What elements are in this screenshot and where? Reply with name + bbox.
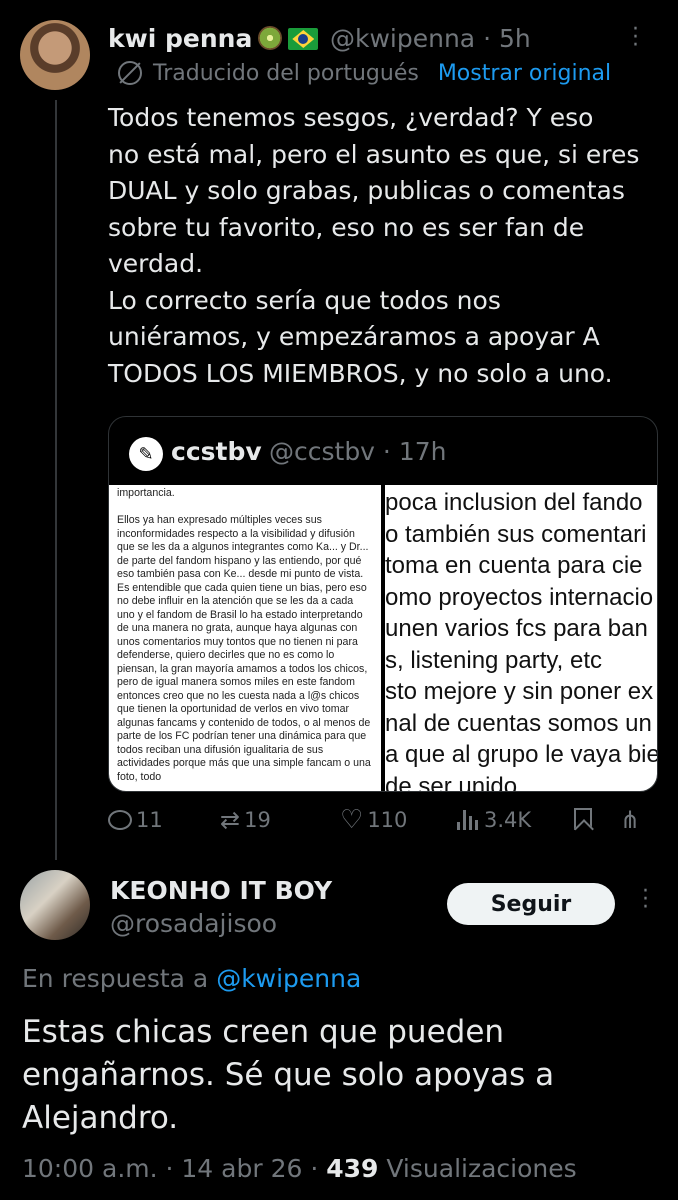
quote-image-right[interactable]: poca inclusion del fando o también sus co… [385, 485, 658, 792]
reply-count: 11 [136, 808, 163, 832]
reply-meta: 10:00 a.m. · 14 abr 26 · 439 Visualizaci… [22, 1154, 577, 1183]
quote-image-right-line: poca inclusion del fando [385, 489, 643, 516]
reply-views-count: 439 [326, 1154, 379, 1183]
thread-connector-line [55, 100, 57, 860]
reply-views-label: Visualizaciones [386, 1154, 577, 1183]
like-button[interactable]: ♡ 110 [340, 805, 408, 835]
translated-label: Traducido del portugués [153, 61, 419, 86]
more-icon[interactable]: · · · [642, 881, 650, 919]
reply-text: Estas chicas creen que pueden engañarnos… [22, 1014, 555, 1136]
reply-date[interactable]: 14 abr 26 [181, 1154, 302, 1183]
author-name[interactable]: kwi penna [108, 24, 319, 53]
quote-image-right-line: o también sus comentari [385, 520, 647, 548]
quote-image-right-line: nal de cuentas somos un [385, 709, 652, 737]
in-reply-to: En respuesta a @kwipenna [22, 964, 361, 993]
quote-image-right-line: de ser unido [385, 772, 518, 792]
translate-icon [118, 61, 142, 85]
bookmark-icon [574, 808, 592, 830]
quote-image-right-line: s, listening party, etc [385, 646, 602, 674]
views-icon [456, 810, 480, 830]
more-icon[interactable]: · · · [632, 19, 640, 57]
reply-icon [108, 810, 132, 830]
share-icon: ⋔ [620, 806, 641, 834]
quote-avatar: ✎ [129, 437, 163, 471]
in-reply-to-mention[interactable]: @kwipenna [216, 964, 361, 993]
reply-button[interactable]: 11 [108, 808, 163, 832]
kiwi-emoji-icon [258, 26, 283, 50]
bookmark-button[interactable] [574, 808, 592, 830]
views-button[interactable]: 3.4K [456, 808, 531, 832]
brazil-flag-icon [288, 28, 319, 50]
action-bar: 11 ⇄ 19 ♡ 110 3.4K ⋔ [108, 805, 648, 842]
reply-author-name[interactable]: KEONHO IT BOY [110, 876, 332, 905]
tweet-text: Todos tenemos sesgos, ¿verdad? Y eso no … [108, 103, 640, 388]
quote-image-right-line: sto mejore y sin poner ex [385, 678, 654, 705]
like-icon: ♡ [340, 805, 364, 835]
author-handle-and-time[interactable]: @kwipenna · 5h [330, 24, 531, 53]
reply-author-handle[interactable]: @rosadajisoo [110, 909, 277, 938]
follow-button[interactable]: Seguir [447, 883, 615, 925]
quote-image-right-text: poca inclusion del fando o también sus co… [385, 487, 658, 792]
views-count: 3.4K [484, 808, 532, 832]
retweet-button[interactable]: ⇄ 19 [220, 808, 271, 832]
share-button[interactable]: ⋔ [620, 808, 640, 832]
quote-image-right-line: toma en cuenta para cie [385, 552, 643, 579]
like-count: 110 [367, 808, 408, 832]
avatar[interactable] [20, 20, 90, 90]
quote-image-left[interactable]: importancia. Ellos ya han expresado múlt… [109, 485, 381, 791]
quote-author-name: ccstbv [171, 437, 262, 466]
translation-notice: Traducido del portugués Mostrar original [118, 61, 611, 86]
quote-image-right-line: a que al grupo le vaya bie [385, 741, 658, 768]
quote-image-left-text: importancia. Ellos ya han expresado múlt… [117, 487, 371, 783]
reply-time[interactable]: 10:00 a.m. [22, 1154, 158, 1183]
quote-author-handle-and-time: @ccstbv · 17h [269, 437, 447, 466]
retweet-icon: ⇄ [220, 806, 241, 834]
quoted-tweet[interactable]: ✎ ccstbv @ccstbv · 17h importancia. Ello… [108, 416, 658, 792]
quote-image-right-line: omo proyectos internacio [385, 583, 654, 611]
retweet-count: 19 [244, 808, 271, 832]
show-original-link[interactable]: Mostrar original [438, 61, 611, 86]
in-reply-to-prefix: En respuesta a [22, 964, 209, 993]
reply-avatar[interactable] [20, 870, 90, 940]
quote-image-right-line: unen varios fcs para ban [385, 615, 648, 642]
